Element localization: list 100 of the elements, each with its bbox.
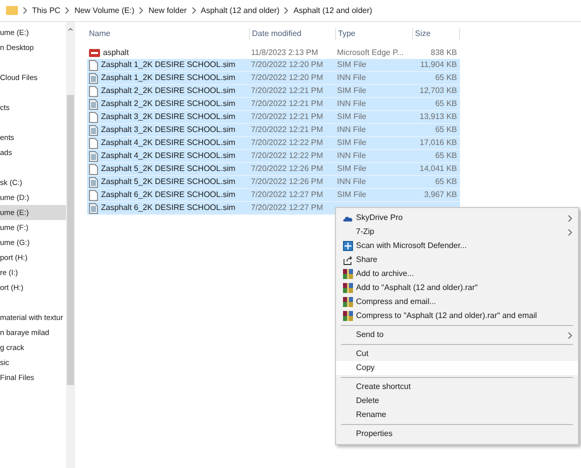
breadcrumb-item[interactable]: New Volume (E:) [74,4,134,16]
menu-item[interactable]: Create shortcut [336,380,578,394]
settings-file-icon [89,150,98,162]
type-cell-text: Microsoft Edge P... [336,46,405,58]
column-header[interactable]: Type [335,28,412,40]
type-cell-text: SIM File [336,111,368,123]
file-name: Zasphalt 3_2K DESIRE SCHOOL.sim [101,124,236,136]
file-row[interactable]: Zasphalt 3_2K DESIRE SCHOOL.sim 7/20/2022 12:21 PM SIM File 13,913 KB [87,111,460,124]
column-header[interactable]: Name [87,28,249,40]
type-cell-text: SIM File [336,59,368,71]
date-cell-text: 7/20/2022 12:20 PM [250,72,324,84]
date-cell-text: 7/20/2022 12:21 PM [250,98,324,110]
size-cell-text: 65 KB [434,124,458,136]
file-row[interactable]: Zasphalt 1_2K DESIRE SCHOOL.sim 7/20/2022 12:20 PM INN File 65 KB [87,72,460,85]
folder-icon [6,6,18,15]
chevron-icon [23,7,27,14]
file-name: Zasphalt 4_2K DESIRE SCHOOL.sim [101,150,236,162]
chevron-icon [284,7,288,14]
menu-item[interactable]: Rename [336,408,578,422]
file-name: Zasphalt 5_2K DESIRE SCHOOL.sim [101,163,236,175]
file-row[interactable]: Zasphalt 6_2K DESIRE SCHOOL.sim 7/20/2022 12:27 PM SIM File 3,967 KB [87,189,460,202]
date-cell-text: 7/20/2022 12:26 PM [250,176,324,188]
date-cell-text: 7/20/2022 12:21 PM [250,85,324,97]
menu-item[interactable]: 7-Zip [336,225,578,239]
file-row[interactable]: asphalt 11/8/2023 2:13 PM Microsoft Edge P... 838 KB [87,46,460,59]
column-header[interactable]: Size [412,28,460,40]
type-cell-text: INN File [336,124,367,136]
date-cell-text: 11/8/2023 2:13 PM [250,46,320,58]
file-row[interactable]: Zasphalt 3_2K DESIRE SCHOOL.sim 7/20/2022 12:21 PM INN File 65 KB [87,124,460,137]
column-header[interactable]: Date modified [249,28,335,40]
type-cell-text: INN File [336,72,367,84]
scrollbar-thumb[interactable] [67,95,74,385]
settings-file-icon [89,72,98,84]
size-cell-text: 13,913 KB [418,111,458,123]
file-name: Zasphalt 6_2K DESIRE SCHOOL.sim [101,202,236,214]
file-name: Zasphalt 4_2K DESIRE SCHOOL.sim [101,137,236,149]
menu-item[interactable]: Compress and email... [336,295,578,309]
settings-file-icon [89,98,98,110]
file-name: Zasphalt 2_2K DESIRE SCHOOL.sim [101,98,236,110]
menu-item[interactable]: Add to archive... [336,267,578,281]
file-name: Zasphalt 6_2K DESIRE SCHOOL.sim [101,189,236,201]
pdf-file-icon [89,48,100,58]
breadcrumb-item[interactable]: This PC [32,4,60,16]
file-name: Zasphalt 2_2K DESIRE SCHOOL.sim [101,85,236,97]
menu-item[interactable]: Send to [336,328,578,342]
breadcrumb-item[interactable]: New folder [148,4,187,16]
date-cell-text: 7/20/2022 12:22 PM [250,150,324,162]
file-row[interactable]: Zasphalt 4_2K DESIRE SCHOOL.sim 7/20/2022 12:22 PM INN File 65 KB [87,150,460,163]
type-cell-text: SIM File [336,163,368,175]
type-cell-text: INN File [336,150,367,162]
size-cell-text: 65 KB [434,72,458,84]
type-cell-text: SIM File [336,137,368,149]
file-row[interactable]: Zasphalt 1_2K DESIRE SCHOOL.sim 7/20/2022 12:20 PM SIM File 11,904 KB [87,59,460,72]
settings-file-icon [89,202,98,214]
size-cell-text: 17,016 KB [418,137,458,149]
scrollbar[interactable] [66,22,75,468]
file-name: Zasphalt 5_2K DESIRE SCHOOL.sim [101,176,236,188]
type-cell-text: INN File [336,176,367,188]
size-cell-text: 11,904 KB [419,59,458,71]
date-cell-text: 7/20/2022 12:21 PM [250,124,324,136]
settings-file-icon [89,124,98,136]
date-cell-text: 7/20/2022 12:21 PM [250,111,324,123]
file-row[interactable]: Zasphalt 2_2K DESIRE SCHOOL.sim 7/20/2022 12:21 PM SIM File 12,703 KB [87,85,460,98]
file-name: asphalt [103,46,129,58]
blank-file-icon [89,112,98,122]
archive-icon [343,283,353,293]
type-cell-text: SIM File [336,189,368,201]
size-cell-text: 65 KB [434,98,458,110]
blank-file-icon [89,190,98,200]
menu-item[interactable]: Delete [336,394,578,408]
archive-icon [343,269,353,279]
cloud-icon [343,214,353,222]
date-cell-text: 7/20/2022 12:27 PM [250,189,324,201]
file-name: Zasphalt 3_2K DESIRE SCHOOL.sim [101,111,236,123]
file-row[interactable]: Zasphalt 5_2K DESIRE SCHOOL.sim 7/20/2022 12:26 PM SIM File 14,041 KB [87,163,460,176]
archive-icon [343,297,353,307]
date-cell-text: 7/20/2022 12:26 PM [250,163,324,175]
menu-item[interactable]: Add to "Asphalt (12 and older).rar" [336,281,578,295]
blank-file-icon [89,164,98,174]
file-row[interactable]: Zasphalt 5_2K DESIRE SCHOOL.sim 7/20/2022 12:26 PM INN File 65 KB [87,176,460,189]
blank-file-icon [89,86,98,96]
menu-item[interactable]: Scan with Microsoft Defender... [336,239,578,253]
breadcrumb-item[interactable]: Asphalt (12 and older) [293,4,372,16]
file-name: Zasphalt 1_2K DESIRE SCHOOL.sim [101,59,236,71]
date-cell-text: 7/20/2022 12:22 PM [250,137,324,149]
file-name: Zasphalt 1_2K DESIRE SCHOOL.sim [101,72,236,84]
size-cell-text: 12,703 KB [418,85,458,97]
breadcrumb-item[interactable]: Asphalt (12 and older) [200,4,280,16]
menu-item[interactable]: Compress to "Asphalt (12 and older).rar" and email [336,309,578,323]
menu-item[interactable]: Cut [336,347,578,361]
type-cell-text: INN File [336,98,367,110]
size-cell-text: 3,967 KB [423,189,458,201]
archive-icon [343,311,353,321]
menu-item[interactable]: Share [336,253,578,267]
file-row[interactable]: Zasphalt 4_2K DESIRE SCHOOL.sim 7/20/2022 12:22 PM SIM File 17,016 KB [87,137,460,150]
menu-item[interactable]: Properties [336,427,578,441]
chevron-icon [192,7,196,14]
blank-file-icon [89,60,98,70]
file-row[interactable]: Zasphalt 2_2K DESIRE SCHOOL.sim 7/20/2022 12:21 PM INN File 65 KB [87,98,460,111]
menu-item[interactable]: Copy [336,361,578,375]
